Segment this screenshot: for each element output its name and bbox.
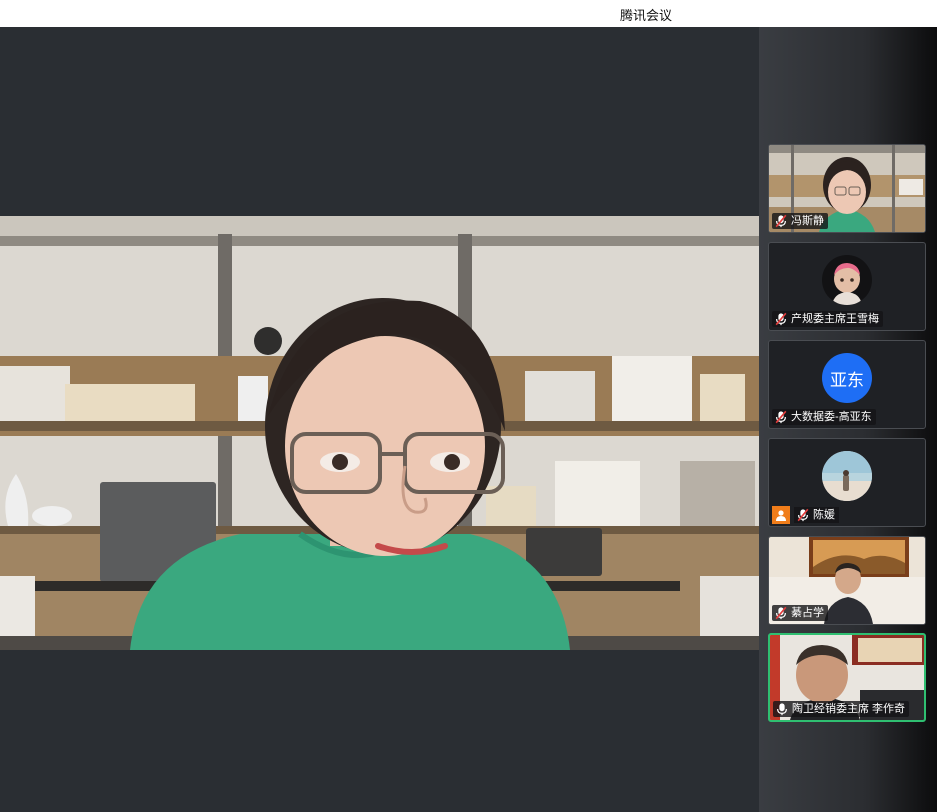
main-speaker-video[interactable] — [0, 216, 759, 650]
participant-name-label: 产规委主席王雪梅 — [772, 311, 883, 327]
mic-muted-icon — [774, 214, 788, 228]
participant-name-label: 冯斯静 — [772, 213, 828, 229]
participant-tile[interactable]: 陈媛 — [768, 438, 926, 527]
participant-name-label: 陈媛 — [772, 506, 839, 524]
mic-muted-icon — [796, 508, 810, 522]
mic-muted-icon — [774, 410, 788, 424]
participant-name: 陈媛 — [813, 509, 835, 521]
avatar-photo — [822, 255, 872, 305]
participant-tile[interactable]: 綦占学 — [768, 536, 926, 625]
mic-muted-icon — [774, 312, 788, 326]
participant-name-label: 陶卫经销委主席 李作奇 — [773, 701, 910, 717]
title-bar: 腾讯会议 — [0, 0, 937, 27]
avatar-photo — [822, 451, 872, 501]
participant-name: 綦占学 — [791, 607, 824, 619]
host-icon — [772, 506, 790, 524]
participant-name: 大数据委-高亚东 — [791, 411, 872, 423]
mic-on-icon — [775, 702, 789, 716]
main-video-frame — [0, 216, 759, 650]
participant-name: 冯斯静 — [791, 215, 824, 227]
participant-tile-active-speaker[interactable]: 陶卫经销委主席 李作奇 — [768, 633, 926, 722]
mic-muted-icon — [774, 606, 788, 620]
avatar — [822, 451, 872, 501]
avatar — [822, 255, 872, 305]
participant-name: 产规委主席王雪梅 — [791, 313, 879, 325]
participant-tile[interactable]: 产规委主席王雪梅 — [768, 242, 926, 331]
window-title: 腾讯会议 — [619, 8, 672, 23]
participant-name-label: 大数据委-高亚东 — [772, 409, 876, 425]
participants-panel: 冯斯静 产规委主席王雪梅 亚东 大数据委-高亚东 陈媛 綦占学 陶卫经销委主席 … — [759, 27, 937, 812]
participant-tile[interactable]: 亚东 大数据委-高亚东 — [768, 340, 926, 429]
avatar-initials: 亚东 — [822, 353, 872, 403]
participant-name-label: 綦占学 — [772, 605, 828, 621]
participant-name: 陶卫经销委主席 李作奇 — [792, 703, 906, 715]
main-stage — [0, 27, 759, 812]
participant-tile[interactable]: 冯斯静 — [768, 144, 926, 233]
